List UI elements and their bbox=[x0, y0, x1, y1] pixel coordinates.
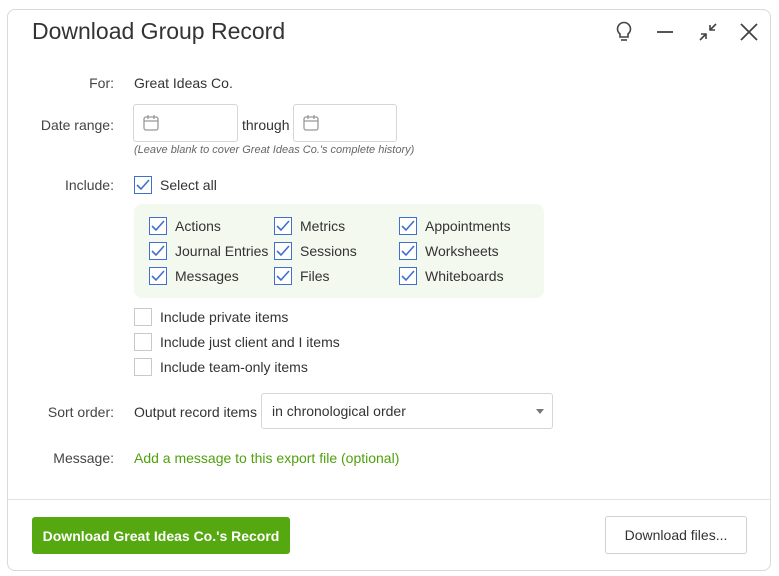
checkbox[interactable] bbox=[134, 308, 152, 326]
checkbox[interactable] bbox=[274, 217, 292, 235]
message-label: Message: bbox=[53, 450, 114, 466]
checkbox[interactable] bbox=[399, 242, 417, 260]
extra-option-label: Include team-only items bbox=[160, 359, 308, 375]
sort-prefix: Output record items bbox=[134, 404, 257, 420]
checkbox[interactable] bbox=[399, 217, 417, 235]
include-item-checkbox[interactable]: Files bbox=[274, 267, 330, 285]
include-item-label: Messages bbox=[175, 268, 239, 284]
select-all-checkbox[interactable]: Select all bbox=[134, 176, 217, 194]
sort-order-label: Sort order: bbox=[47, 404, 114, 420]
checkbox[interactable] bbox=[399, 267, 417, 285]
extra-option-checkbox[interactable]: Include team-only items bbox=[134, 358, 308, 376]
include-item-label: Metrics bbox=[300, 218, 346, 234]
checkbox[interactable] bbox=[149, 267, 167, 285]
date-hint: (Leave blank to cover Great Ideas Co.'s … bbox=[134, 144, 415, 156]
include-item-label: Worksheets bbox=[425, 243, 499, 259]
include-item-checkbox[interactable]: Metrics bbox=[274, 217, 345, 235]
include-label: Include: bbox=[64, 177, 114, 193]
date-from-input[interactable] bbox=[133, 104, 238, 142]
checkbox[interactable] bbox=[149, 242, 167, 260]
include-item-checkbox[interactable]: Sessions bbox=[274, 242, 357, 260]
extra-option-label: Include private items bbox=[160, 309, 289, 325]
include-item-checkbox[interactable]: Appointments bbox=[399, 217, 511, 235]
for-label: For: bbox=[89, 75, 114, 91]
calendar-icon bbox=[143, 115, 159, 131]
extra-option-checkbox[interactable]: Include private items bbox=[134, 308, 288, 326]
date-range-label: Date range: bbox=[40, 117, 114, 133]
checkbox[interactable] bbox=[134, 358, 152, 376]
sort-order-select[interactable]: in chronological order bbox=[261, 393, 553, 429]
include-item-label: Actions bbox=[175, 218, 221, 234]
include-item-checkbox[interactable]: Journal Entries bbox=[149, 242, 268, 260]
include-item-label: Appointments bbox=[425, 218, 511, 234]
include-item-label: Files bbox=[300, 268, 330, 284]
include-item-label: Whiteboards bbox=[425, 268, 504, 284]
download-group-record-dialog: Download Group Record For: Great Ideas C… bbox=[7, 9, 771, 571]
include-item-checkbox[interactable]: Worksheets bbox=[399, 242, 499, 260]
include-item-checkbox[interactable]: Whiteboards bbox=[399, 267, 504, 285]
include-item-checkbox[interactable]: Actions bbox=[149, 217, 221, 235]
footer-divider bbox=[8, 499, 770, 500]
checkbox[interactable] bbox=[274, 267, 292, 285]
include-item-label: Sessions bbox=[300, 243, 357, 259]
sort-order-value: in chronological order bbox=[272, 403, 406, 419]
add-message-link[interactable]: Add a message to this export file (optio… bbox=[134, 450, 399, 466]
for-value: Great Ideas Co. bbox=[134, 75, 233, 91]
through-label: through bbox=[242, 117, 290, 133]
download-files-button[interactable]: Download files... bbox=[605, 516, 747, 554]
close-icon[interactable] bbox=[737, 20, 761, 44]
chevron-down-icon bbox=[536, 409, 544, 414]
extra-option-label: Include just client and I items bbox=[160, 334, 340, 350]
minimize-icon[interactable] bbox=[653, 20, 677, 44]
download-record-button[interactable]: Download Great Ideas Co.'s Record bbox=[32, 517, 290, 554]
checkbox[interactable] bbox=[149, 217, 167, 235]
include-item-label: Journal Entries bbox=[175, 243, 269, 259]
collapse-icon[interactable] bbox=[696, 20, 720, 44]
checkbox[interactable] bbox=[134, 333, 152, 351]
lightbulb-icon[interactable] bbox=[612, 20, 636, 44]
checkbox[interactable] bbox=[274, 242, 292, 260]
calendar-icon bbox=[303, 115, 319, 131]
date-to-input[interactable] bbox=[293, 104, 397, 142]
include-item-checkbox[interactable]: Messages bbox=[149, 267, 239, 285]
extra-option-checkbox[interactable]: Include just client and I items bbox=[134, 333, 340, 351]
checkbox-checked[interactable] bbox=[134, 176, 152, 194]
dialog-title: Download Group Record bbox=[32, 18, 286, 44]
select-all-label: Select all bbox=[160, 177, 217, 193]
